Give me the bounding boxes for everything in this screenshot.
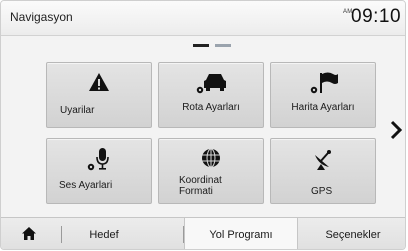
tile-label: Harita Ayarları — [291, 102, 355, 113]
satellite-dish-icon — [271, 147, 375, 170]
tile-label: GPS — [311, 186, 333, 197]
gps-tile[interactable]: GPS — [270, 138, 376, 204]
tab-route-planner[interactable]: Yol Programı — [184, 217, 298, 249]
globe-icon — [159, 147, 263, 169]
tile-label: Ses Ayarlari — [59, 180, 113, 191]
home-button[interactable] — [1, 218, 59, 249]
warning-triangle-icon — [47, 71, 151, 93]
tile-label: Rota Ayarları — [182, 102, 240, 113]
tab-label: Seçenekler — [325, 229, 381, 241]
bottom-tab-bar: Hedef Yol Programı Seçenekler — [1, 217, 405, 249]
home-icon — [22, 227, 36, 240]
app-title: Navigasyon — [10, 10, 73, 24]
tile-label-line-1: Koordinat — [179, 175, 222, 186]
tab-label: Hedef — [89, 229, 119, 241]
navigation-settings-screen: Navigasyon AM 09:10 Uyarilar Rota Ayarla… — [0, 0, 406, 250]
tile-label-line-2: Formati — [179, 186, 213, 197]
route-settings-tile[interactable]: Rota Ayarları — [158, 62, 264, 128]
tile-label: Koordinat Formati — [179, 175, 222, 197]
page-indicator-active — [193, 44, 209, 47]
map-settings-tile[interactable]: Harita Ayarları — [270, 62, 376, 128]
warnings-tile[interactable]: Uyarilar — [46, 62, 152, 128]
clock: 09:10 — [351, 6, 402, 27]
page-indicator — [193, 44, 233, 48]
chevron-right-icon — [390, 120, 403, 140]
tab-options[interactable]: Seçenekler — [301, 218, 405, 249]
tab-destination[interactable]: Hedef — [61, 218, 147, 249]
tile-label: Uyarilar — [60, 105, 95, 116]
coordinate-format-tile[interactable]: Koordinat Formati — [158, 138, 264, 204]
status-bar: Navigasyon AM 09:10 — [1, 1, 405, 36]
tab-label: Yol Programı — [209, 229, 273, 241]
voice-settings-tile[interactable]: Ses Ayarlari — [46, 138, 152, 204]
car-settings-icon — [159, 71, 263, 94]
microphone-settings-icon — [47, 147, 151, 171]
page-indicator-inactive — [215, 44, 231, 47]
next-page-arrow[interactable] — [389, 119, 405, 143]
flag-settings-icon — [271, 71, 375, 94]
